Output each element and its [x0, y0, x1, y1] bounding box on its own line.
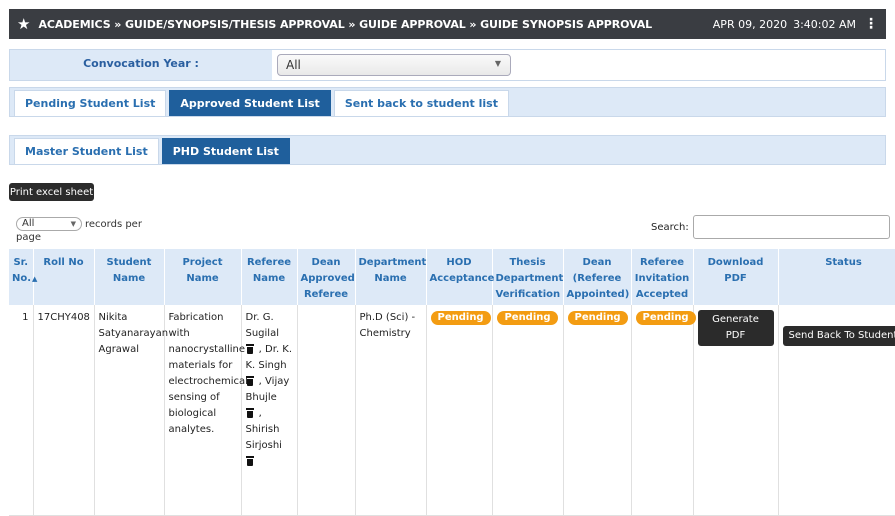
records-label-page: page — [16, 232, 41, 243]
records-label: records per — [85, 219, 142, 230]
secondary-tab-bar: Master Student List PHD Student List — [9, 135, 886, 165]
tab-pending-student-list[interactable]: Pending Student List — [14, 90, 166, 116]
breadcrumb: ACADEMICS » GUIDE/SYNOPSIS/THESIS APPROV… — [38, 18, 652, 31]
top-bar: ★ ACADEMICS » GUIDE/SYNOPSIS/THESIS APPR… — [9, 9, 886, 39]
cell-invitation: Pending — [631, 305, 693, 515]
search-input[interactable] — [693, 215, 890, 239]
cell-hod: Pending — [426, 305, 492, 515]
col-department-name[interactable]: Department Name — [355, 249, 426, 305]
tab-phd-student-list[interactable]: PHD Student List — [162, 138, 290, 164]
cell-sr: 1 — [9, 305, 33, 515]
col-referee-invitation[interactable]: Referee Invitation Accepted — [631, 249, 693, 305]
cell-thesis: Pending — [492, 305, 563, 515]
cell-dean-approved — [297, 305, 355, 515]
header-date: APR 09, 2020 — [713, 18, 787, 31]
col-project-name[interactable]: Project Name — [164, 249, 241, 305]
cell-roll: 17CHY408 — [33, 305, 94, 515]
col-thesis-verification[interactable]: Thesis Department Verification — [492, 249, 563, 305]
cell-referees: Dr. G. Sugilal , Dr. K. K. Singh , Vijay… — [241, 305, 297, 515]
tab-master-student-list[interactable]: Master Student List — [14, 138, 159, 164]
search-area: Search: — [651, 215, 890, 239]
status-badge: Pending — [636, 311, 696, 325]
col-download-pdf[interactable]: Download PDF — [693, 249, 778, 305]
header-time: 3:40:02 AM — [793, 18, 856, 31]
status-badge: Pending — [497, 311, 557, 325]
trash-icon[interactable] — [246, 456, 254, 466]
convocation-filter: Convocation Year : All ▼ — [9, 49, 886, 81]
cell-status: Send Back To Student — [778, 305, 895, 515]
cell-project: Fabrication with nanocrystalline materia… — [164, 305, 241, 515]
primary-tab-bar: Pending Student List Approved Student Li… — [9, 87, 886, 117]
generate-pdf-button[interactable]: Generate PDF — [698, 310, 774, 346]
status-badge: Pending — [431, 311, 491, 325]
status-badge: Pending — [568, 311, 628, 325]
referee-name: Dr. G. Sugilal — [246, 312, 280, 339]
convocation-year-label: Convocation Year : — [10, 50, 272, 80]
records-select[interactable]: All ▼ — [16, 217, 82, 231]
table-row: 1 17CHY408 Nikita Satyanarayan Agrawal F… — [9, 305, 895, 515]
cell-pdf: Generate PDF — [693, 305, 778, 515]
trash-icon[interactable] — [246, 408, 254, 418]
print-excel-button[interactable]: Print excel sheet — [9, 183, 94, 201]
col-dean-approved-referee[interactable]: Dean Approved Referee — [297, 249, 355, 305]
col-referee-name[interactable]: Referee Name — [241, 249, 297, 305]
col-status[interactable]: Status — [778, 249, 895, 305]
send-back-button[interactable]: Send Back To Student — [783, 326, 895, 346]
star-icon[interactable]: ★ — [17, 17, 30, 32]
student-table: Sr. No.▲ Roll No Student Name Project Na… — [9, 249, 895, 516]
col-dean-referee-appointed[interactable]: Dean (Referee Appointed) — [563, 249, 631, 305]
tab-approved-student-list[interactable]: Approved Student List — [169, 90, 330, 116]
convocation-year-value: All — [286, 58, 301, 72]
kebab-menu-icon[interactable]: ⋮ — [864, 17, 878, 31]
referee-name: Shirish Sirjoshi — [246, 424, 282, 451]
col-roll-no[interactable]: Roll No — [33, 249, 94, 305]
records-per-page: All ▼ records per page — [16, 217, 156, 244]
tab-sent-back-list[interactable]: Sent back to student list — [334, 90, 509, 116]
trash-icon[interactable] — [246, 344, 254, 354]
cell-dean: Pending — [563, 305, 631, 515]
search-label: Search: — [651, 222, 689, 233]
cell-student-name: Nikita Satyanarayan Agrawal — [94, 305, 164, 515]
records-value: All — [22, 218, 34, 229]
col-hod-acceptance[interactable]: HOD Acceptance — [426, 249, 492, 305]
sort-icon: ▲ — [32, 275, 37, 283]
convocation-year-select[interactable]: All ▼ — [277, 54, 511, 76]
cell-department: Ph.D (Sci) - Chemistry — [355, 305, 426, 515]
chevron-down-icon: ▼ — [71, 218, 76, 230]
chevron-down-icon: ▼ — [495, 59, 501, 68]
col-student-name[interactable]: Student Name — [94, 249, 164, 305]
trash-icon[interactable] — [246, 376, 254, 386]
col-sr-no[interactable]: Sr. No.▲ — [9, 249, 33, 305]
